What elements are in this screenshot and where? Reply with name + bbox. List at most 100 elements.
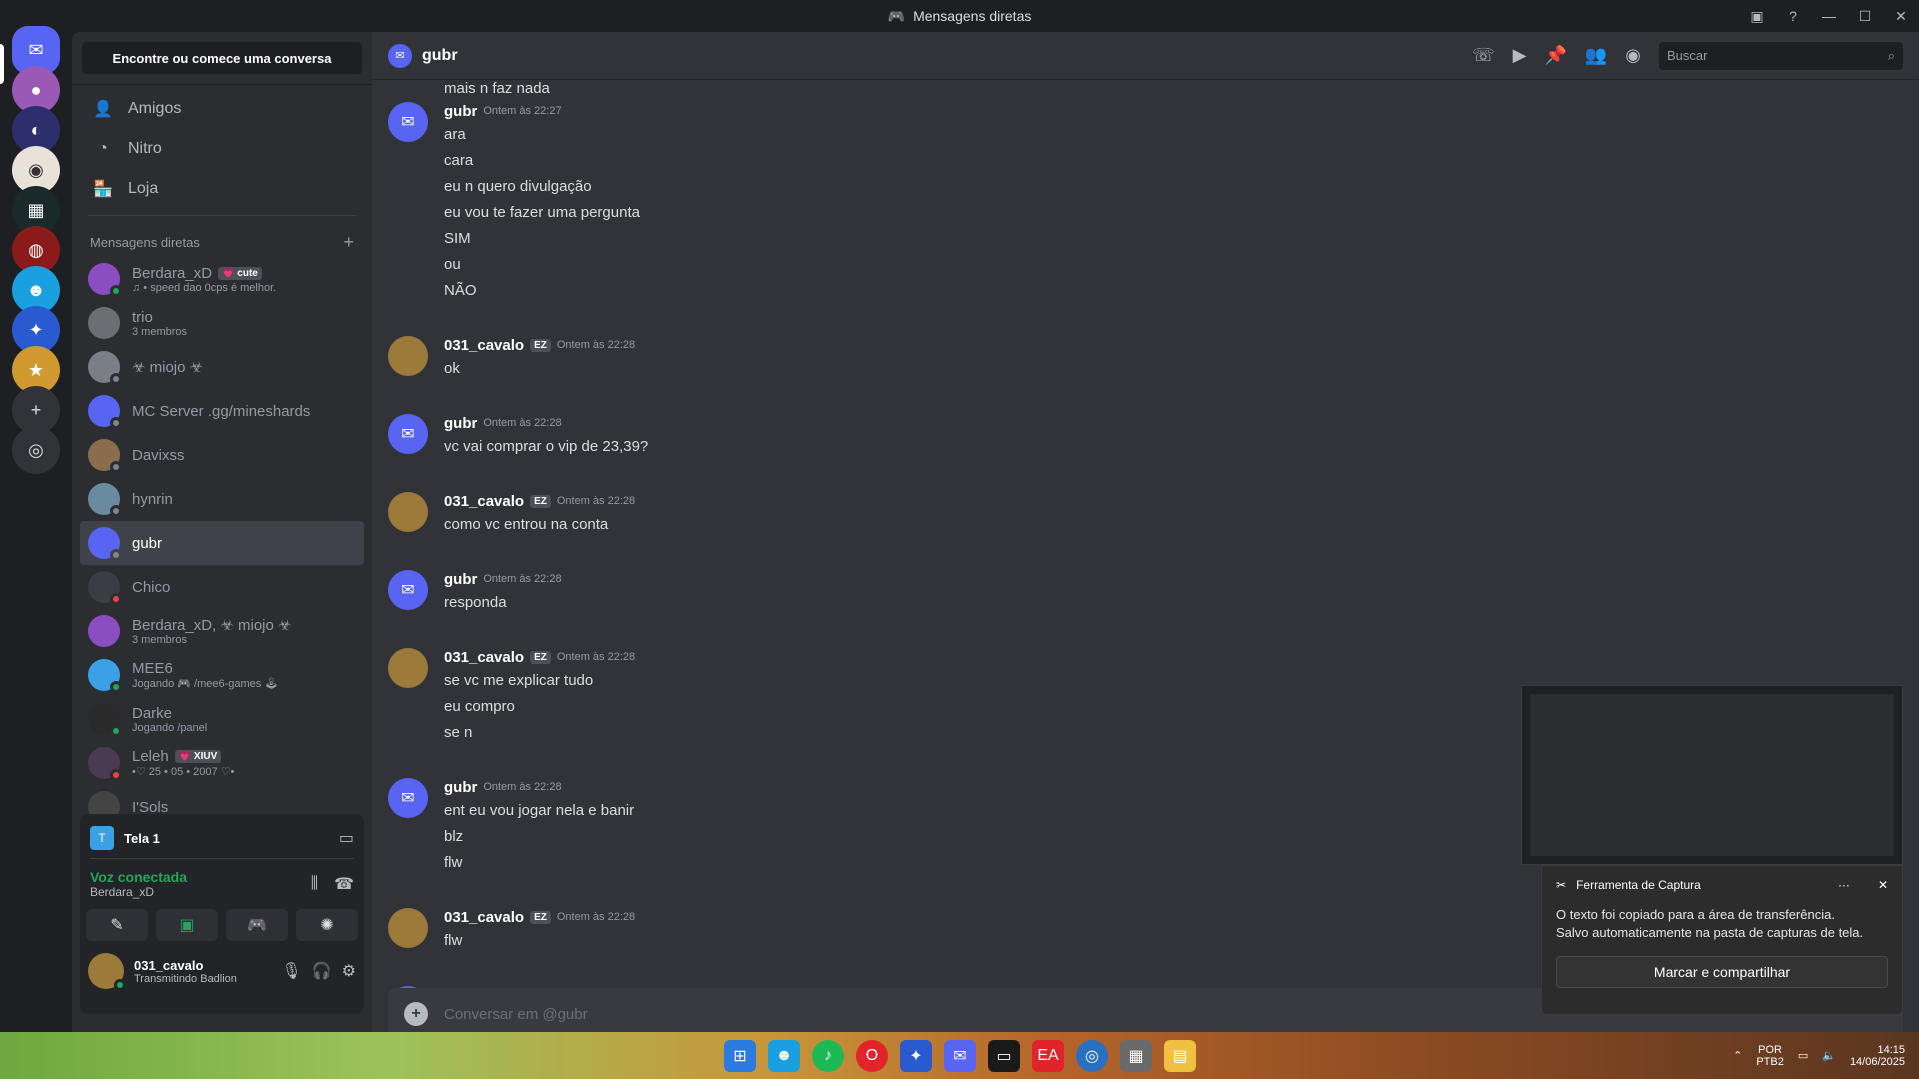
app-icon[interactable]: ☻ — [768, 1040, 800, 1072]
create-dm-icon[interactable]: + — [343, 232, 354, 253]
nav-label: Nitro — [128, 140, 162, 157]
avatar — [88, 263, 122, 297]
opera-icon[interactable]: O — [856, 1040, 888, 1072]
volume-icon[interactable]: 🔈 — [1822, 1049, 1836, 1062]
dm-text: trio 3 membros — [132, 309, 187, 338]
avatar[interactable] — [388, 648, 428, 688]
avatar — [88, 747, 122, 781]
explorer-icon[interactable]: ▤ — [1164, 1040, 1196, 1072]
clock[interactable]: 14:15 14/06/2025 — [1850, 1044, 1905, 1068]
avatar[interactable]: ✉ — [388, 778, 428, 818]
ea-icon[interactable]: EA — [1032, 1040, 1064, 1072]
settings-icon[interactable]: ⚙ — [342, 961, 356, 981]
language-indicator[interactable]: POR PTB2 — [1756, 1044, 1784, 1068]
dm-text: MC Server .gg/mineshards — [132, 403, 310, 420]
activity-button[interactable]: 🎮 — [226, 909, 288, 941]
message-text: ou — [444, 256, 461, 273]
dm-name: MEE6 — [132, 660, 278, 677]
avatar[interactable] — [88, 953, 126, 991]
dm-item[interactable]: Darke Jogando /panel — [80, 697, 364, 741]
chevron-up-icon[interactable]: ⌃ — [1733, 1049, 1742, 1062]
headphones-icon[interactable]: 🎧 — [312, 961, 332, 981]
maximize-button[interactable]: ☐ — [1847, 8, 1883, 25]
explore-icon[interactable]: ◎ — [12, 426, 60, 474]
dm-item[interactable]: MEE6 Jogando 🎮 /mee6-games 🕹 — [80, 653, 364, 697]
timestamp: Ontem às 22:28 — [483, 417, 562, 429]
minecraft-icon[interactable]: ▦ — [1120, 1040, 1152, 1072]
more-icon[interactable]: ··· — [1838, 878, 1850, 892]
avatar[interactable] — [388, 908, 428, 948]
discord-icon[interactable]: ✉ — [944, 1040, 976, 1072]
author-name[interactable]: 031_cavalo — [444, 909, 524, 926]
snipping-toast: ✂ Ferramenta de Captura ··· ✕ O texto fo… — [1541, 865, 1903, 1015]
microphone-icon[interactable]: 🎙 — [281, 961, 301, 981]
avatar[interactable] — [388, 336, 428, 376]
stop-stream-icon[interactable]: ▭ — [339, 828, 354, 848]
find-conversation-button[interactable]: Encontre ou comece uma conversa — [82, 42, 362, 74]
app-icon[interactable]: ✦ — [900, 1040, 932, 1072]
disconnect-icon[interactable]: ☎ — [334, 874, 354, 894]
author-name[interactable]: gubr — [444, 415, 477, 432]
dm-item[interactable]: Chico — [80, 565, 364, 609]
noise-suppression-icon[interactable]: ⫼ — [311, 875, 318, 893]
status-dot — [110, 417, 122, 429]
author-name[interactable]: gubr — [444, 779, 477, 796]
message-header: gubr Ontem às 22:28 — [444, 412, 1899, 434]
help-icon[interactable]: ? — [1775, 8, 1811, 24]
start-icon[interactable]: ⊞ — [724, 1040, 756, 1072]
dm-item[interactable]: Leleh 💗 XIUV •♡ 25 • 05 • 2007 ♡• — [80, 741, 364, 785]
screen-share-button[interactable]: ▣ — [156, 909, 218, 941]
taskbar-apps: ⊞ ☻ ♪ O ✦ ✉ ▭ EA ◎ ▦ ▤ — [724, 1040, 1196, 1072]
dm-item[interactable]: MC Server .gg/mineshards — [80, 389, 364, 433]
voice-status[interactable]: Voz conectada — [90, 869, 187, 885]
author-name[interactable]: gubr — [444, 103, 477, 120]
close-icon[interactable]: ✕ — [1878, 878, 1888, 892]
attach-icon[interactable]: + — [404, 1002, 428, 1026]
author-name[interactable]: 031_cavalo — [444, 649, 524, 666]
dm-item[interactable]: trio 3 membros — [80, 301, 364, 345]
inbox-icon[interactable]: ▣ — [1739, 8, 1775, 25]
markup-share-button[interactable]: Marcar e compartilhar — [1556, 956, 1888, 988]
screenshot-preview[interactable] — [1521, 685, 1903, 865]
soundboard-button[interactable]: ✺ — [296, 909, 358, 941]
network-icon[interactable]: ▭ — [1798, 1049, 1808, 1062]
pin-icon[interactable]: 📌 — [1544, 45, 1566, 66]
spotify-icon[interactable]: ♪ — [812, 1040, 844, 1072]
clan-tag: EZ — [530, 494, 551, 508]
close-button[interactable]: ✕ — [1883, 8, 1919, 25]
avatar[interactable]: ✉ — [388, 570, 428, 610]
nav-friends[interactable]: 👤 Amigos — [80, 89, 364, 129]
dm-item[interactable]: ☣ miojo ☣ — [80, 345, 364, 389]
search-input[interactable]: Buscar ⌕ — [1659, 41, 1903, 70]
avatar[interactable]: ✉ — [388, 102, 428, 142]
author-name[interactable]: 031_cavalo — [444, 493, 524, 510]
profile-icon[interactable]: ◉ — [1625, 45, 1641, 66]
avatar — [88, 703, 122, 737]
avatar — [88, 307, 120, 339]
voice-channel[interactable]: Berdara_xD — [90, 885, 187, 899]
dm-item[interactable]: Berdara_xD 💗 cute ♫ • speed dao 0cps é mel… — [80, 257, 364, 301]
timestamp: Ontem às 22:28 — [556, 339, 636, 351]
voice-call-icon[interactable]: ☏ — [1472, 45, 1495, 66]
add-friends-icon[interactable]: 👥 — [1585, 45, 1607, 66]
minimize-button[interactable]: — — [1811, 8, 1847, 24]
camera-off-button[interactable]: ✎ — [86, 909, 148, 941]
author-name[interactable]: gubr — [444, 571, 477, 588]
dm-item[interactable]: gubr — [80, 521, 364, 565]
composer-placeholder[interactable]: Conversar em @gubr — [444, 1006, 588, 1023]
dm-item[interactable]: hynrin — [80, 477, 364, 521]
video-call-icon[interactable]: ▶ — [1513, 45, 1527, 66]
nav-nitro[interactable]: ◔ Nitro — [80, 129, 364, 169]
recipient-name: gubr — [422, 46, 458, 64]
author-name[interactable]: 031_cavalo — [444, 337, 524, 354]
app-icon[interactable]: ▭ — [988, 1040, 1020, 1072]
status-dot — [110, 505, 122, 517]
avatar[interactable]: ✉ — [388, 414, 428, 454]
browser-icon[interactable]: ◎ — [1076, 1040, 1108, 1072]
divider — [88, 215, 356, 216]
message-text: como vc entrou na conta — [444, 516, 609, 533]
avatar[interactable] — [388, 492, 428, 532]
dm-item[interactable]: Berdara_xD, ☣ miojo ☣ 3 membros — [80, 609, 364, 653]
nav-shop[interactable]: 🏪 Loja — [80, 169, 364, 209]
dm-item[interactable]: Davixss — [80, 433, 364, 477]
